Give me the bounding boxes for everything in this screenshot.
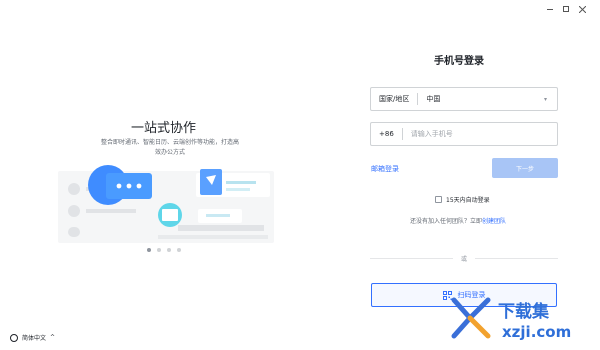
close-button[interactable]: [574, 3, 590, 15]
auto-login-label: 15天内自动登录: [446, 197, 490, 204]
carousel-dot[interactable]: [147, 248, 151, 252]
minimize-icon: [547, 8, 553, 10]
email-login-link[interactable]: 邮箱登录: [371, 164, 399, 174]
caret-down-icon: ▾: [543, 95, 547, 103]
or-text: 或: [461, 256, 468, 263]
maximize-icon: [563, 6, 569, 12]
next-button[interactable]: 下一步: [492, 158, 558, 178]
or-divider: 或: [370, 254, 559, 263]
language-selector[interactable]: 简体中文 ^: [10, 333, 55, 342]
carousel-dot[interactable]: [167, 248, 171, 252]
country-value: 中国: [426, 95, 441, 103]
chevron-up-icon: ^: [50, 334, 56, 341]
watermark-logo: 下载集 xzji.com: [451, 297, 571, 341]
promo-subtitle: 整合即时通讯、智能日历、云端创作等功能，打造高效办公方式: [100, 139, 239, 156]
minimize-button[interactable]: [542, 3, 558, 15]
divider-line: [370, 258, 453, 259]
globe-icon: [10, 333, 18, 342]
divider-line: [475, 258, 559, 259]
carousel-dot[interactable]: [157, 248, 161, 252]
phone-field[interactable]: +86: [370, 122, 558, 146]
field-divider: [401, 128, 403, 140]
auto-login-option[interactable]: 15天内自动登录: [435, 195, 490, 204]
country-select[interactable]: 国家/地区 中国 ▾: [370, 87, 558, 111]
window-controls: [542, 3, 590, 15]
carousel-dot[interactable]: [177, 248, 181, 252]
watermark-text-cn: 下载集: [498, 301, 550, 322]
country-label: 国家/地区: [379, 95, 410, 103]
auto-login-checkbox[interactable]: [435, 196, 442, 203]
maximize-button[interactable]: [558, 3, 574, 15]
login-title: 手机号登录: [434, 56, 484, 67]
no-team-hint: 还没有加入任何团队？立即创建团队: [410, 216, 506, 225]
field-divider: [417, 93, 419, 105]
promo-title: 一站式协作: [131, 121, 197, 136]
phone-prefix: +86: [379, 130, 394, 138]
carousel-indicator: [147, 248, 181, 252]
no-team-text: 还没有加入任何团队？立即: [410, 218, 483, 225]
collaboration-illustration: [58, 165, 274, 243]
phone-input[interactable]: [410, 130, 557, 138]
close-icon: [578, 5, 586, 13]
create-team-link[interactable]: 创建团队: [482, 218, 506, 225]
language-label: 简体中文: [22, 335, 47, 342]
watermark-text-en: xzji.com: [502, 323, 571, 341]
